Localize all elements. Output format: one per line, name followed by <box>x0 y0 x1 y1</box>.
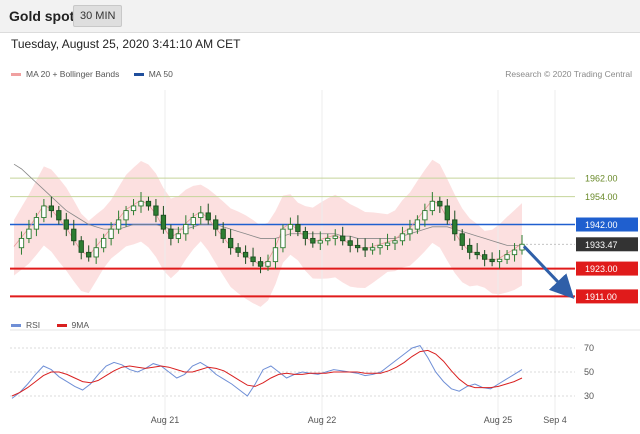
candle-body-42 <box>325 237 331 242</box>
x-axis: Aug 21 Aug 22 Aug 25 Sep 4 <box>151 415 567 425</box>
candle-body-38 <box>295 224 301 232</box>
candle-body-56 <box>429 200 436 212</box>
candle-body-9 <box>78 240 84 253</box>
candle-body-3 <box>33 217 40 230</box>
candle-body-64 <box>489 258 495 263</box>
candle-body-15 <box>123 210 129 221</box>
candle-body-50 <box>384 242 391 246</box>
candle-body-18 <box>145 200 152 207</box>
candle-body-34 <box>265 261 271 267</box>
candle-body-10 <box>86 251 92 258</box>
candle-body-30 <box>235 247 241 253</box>
candle-body-46 <box>354 244 361 249</box>
candle-body-57 <box>437 200 443 207</box>
rsi-tick-30: 30 <box>584 391 594 401</box>
candle-body-5 <box>48 205 55 212</box>
bollinger-band <box>14 159 522 307</box>
candle-body-35 <box>272 247 279 263</box>
candle-body-53 <box>407 228 413 235</box>
price-chart[interactable]: 1962.00 1954.00 1942.00 1933.47 1923.00 1911.… <box>0 0 640 434</box>
candle-body-27 <box>213 219 219 230</box>
candle-body-24 <box>190 217 196 225</box>
candle-body-4 <box>41 205 47 219</box>
bollinger-area <box>14 159 522 307</box>
candle-body-1 <box>18 237 25 249</box>
candle-body-62 <box>474 251 480 256</box>
candle-body-31 <box>242 251 249 258</box>
candle-body-33 <box>257 261 264 267</box>
candle-body-58 <box>444 205 450 221</box>
candle-body-65 <box>496 258 503 263</box>
level-tag-1962.00: 1962.00 <box>585 174 618 184</box>
candle-body-16 <box>130 205 137 212</box>
candle-body-48 <box>369 247 376 251</box>
candle-body-21 <box>168 228 174 239</box>
candle-body-17 <box>138 200 144 207</box>
candle-body-61 <box>467 244 473 253</box>
candle-body-32 <box>250 256 256 263</box>
candle-body-2 <box>26 228 32 239</box>
candle-body-25 <box>198 212 204 219</box>
candle-body-49 <box>377 244 383 249</box>
candle-body-52 <box>399 233 406 242</box>
x-tick-sep-4: Sep 4 <box>543 415 567 425</box>
rsi-tick-70: 70 <box>584 343 594 353</box>
level-tag-1954.00: 1954.00 <box>585 192 618 202</box>
candle-body-60 <box>459 233 465 246</box>
candle-body-26 <box>205 212 211 221</box>
candle-body-6 <box>56 210 62 221</box>
level-tag-1933.47: 1933.47 <box>585 240 618 250</box>
candle-body-45 <box>347 240 353 246</box>
candle-body-47 <box>362 247 368 251</box>
candle-body-20 <box>160 214 167 230</box>
price-labels: 1962.00 1954.00 1942.00 1933.47 1923.00 1911.… <box>576 174 638 304</box>
candle-body-14 <box>115 219 122 230</box>
rsi-tick-50: 50 <box>584 367 594 377</box>
candle-body-40 <box>310 237 316 244</box>
candle-body-67 <box>511 249 518 256</box>
candle-body-51 <box>392 240 398 244</box>
candle-body-36 <box>280 228 286 249</box>
candle-body-43 <box>332 235 338 239</box>
candle-body-19 <box>153 205 159 216</box>
rsi-ma-line <box>11 349 523 397</box>
level-tag-1942.00: 1942.00 <box>585 220 618 230</box>
candle-body-39 <box>302 231 309 239</box>
candle-body-66 <box>504 254 510 260</box>
candle-body-7 <box>63 219 69 230</box>
candle-body-28 <box>220 228 226 239</box>
candle-body-41 <box>317 240 323 244</box>
candle-body-54 <box>414 219 421 230</box>
x-tick-aug-25: Aug 25 <box>484 415 513 425</box>
candle-body-8 <box>71 228 77 242</box>
candle-body-37 <box>287 224 294 230</box>
candle-body-11 <box>93 247 99 258</box>
candle-body-23 <box>183 224 189 235</box>
level-tag-1923.00: 1923.00 <box>585 264 618 274</box>
candle-body-22 <box>175 233 182 239</box>
candle-body-12 <box>100 237 107 249</box>
x-tick-aug-22: Aug 22 <box>308 415 337 425</box>
candle-body-13 <box>108 228 114 239</box>
x-tick-aug-21: Aug 21 <box>151 415 180 425</box>
rsi-panel: 70 50 30 <box>10 329 640 401</box>
level-tag-1911.00: 1911.00 <box>585 292 617 302</box>
candle-body-29 <box>227 237 234 249</box>
candle-body-59 <box>452 219 458 235</box>
candle-body-44 <box>340 235 346 242</box>
candle-body-55 <box>422 210 428 221</box>
candle-body-63 <box>481 254 488 260</box>
